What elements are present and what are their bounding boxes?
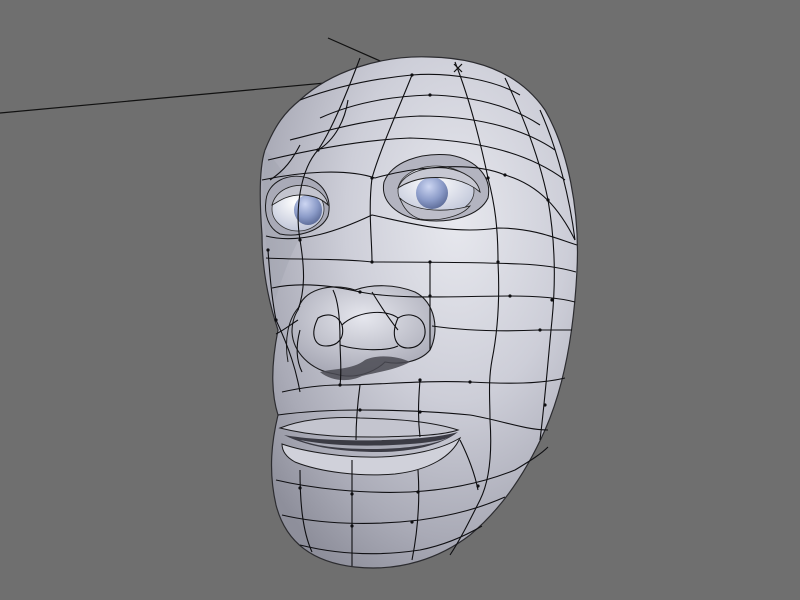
right-iris <box>416 177 448 209</box>
viewport-canvas[interactable] <box>0 0 800 600</box>
3d-viewport[interactable] <box>0 0 800 600</box>
